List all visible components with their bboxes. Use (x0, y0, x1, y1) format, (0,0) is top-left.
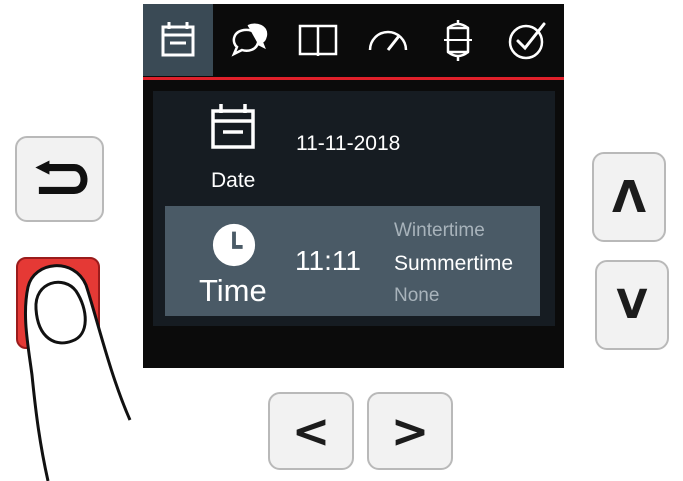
finger-illustration (23, 264, 132, 481)
time-option-none[interactable]: None (394, 285, 439, 307)
calendar-icon (161, 22, 195, 57)
up-label: Ʌ (611, 171, 647, 223)
return-arrow-icon (34, 160, 87, 194)
settings-panel: Date 11-11-2018 Time 11:11 Wintertime Su… (153, 91, 555, 326)
down-label: V (616, 282, 648, 328)
left-label: < (291, 404, 331, 458)
tab-manual[interactable] (283, 4, 353, 76)
tab-date[interactable] (143, 4, 213, 76)
time-value: 11:11 (295, 245, 361, 276)
chat-icon (231, 23, 268, 57)
gauge-icon (368, 30, 408, 51)
check-circle-icon (508, 22, 546, 60)
up-button[interactable]: Ʌ (592, 152, 666, 242)
calendar-icon (211, 104, 255, 149)
time-row[interactable]: Time 11:11 Wintertime Summertime None (165, 206, 540, 316)
back-button[interactable] (15, 136, 104, 222)
tab-messages[interactable] (213, 4, 283, 76)
tank-icon (444, 20, 472, 61)
clock-icon (212, 223, 256, 267)
down-button[interactable]: V (595, 260, 669, 350)
tab-check[interactable] (493, 4, 563, 76)
time-option-summertime[interactable]: Summertime (394, 252, 513, 276)
tab-tank[interactable] (423, 4, 493, 76)
time-option-wintertime[interactable]: Wintertime (394, 220, 485, 242)
time-label: Time (199, 273, 267, 308)
tab-bar (143, 4, 564, 76)
date-value: 11-11-2018 (296, 132, 401, 155)
device-screen: Date 11-11-2018 Time 11:11 Wintertime Su… (143, 4, 564, 368)
right-label: > (390, 404, 430, 458)
date-label: Date (211, 169, 256, 192)
tab-gauge[interactable] (353, 4, 423, 76)
date-row[interactable]: Date 11-11-2018 (153, 91, 555, 201)
left-button[interactable]: < (268, 392, 354, 470)
book-icon (298, 24, 338, 56)
tab-underline (143, 77, 564, 80)
right-button[interactable]: > (367, 392, 453, 470)
